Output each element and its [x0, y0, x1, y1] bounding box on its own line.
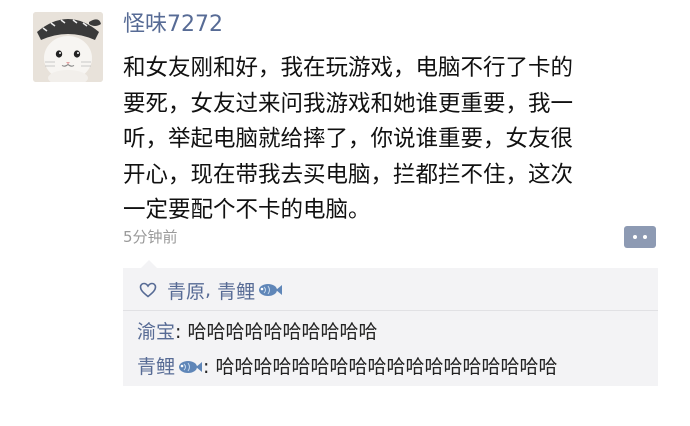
- comment-options-button[interactable]: [624, 226, 656, 248]
- like-name-separator: ,: [205, 279, 218, 301]
- cat-avatar-image: [33, 12, 103, 82]
- post-content-line: 开心，现在带我去买电脑，拦都拦不住，这次: [123, 161, 574, 188]
- comment-item[interactable]: 青鲤 : 哈哈哈哈哈哈哈哈哈哈哈哈哈哈哈哈哈哈: [137, 354, 557, 380]
- comment-author[interactable]: 渝宝: [137, 319, 175, 345]
- moments-post: 怪味7272 和女友刚和好，我在玩游戏，电脑不行了卡的 要死，女友过来问我游戏和…: [0, 0, 690, 426]
- comment-text: 哈哈哈哈哈哈哈哈哈哈: [187, 321, 378, 343]
- post-content: 和女友刚和好，我在玩游戏，电脑不行了卡的 要死，女友过来问我游戏和她谁更重要，我…: [123, 51, 658, 229]
- post-content-line: 要死，女友过来问我游戏和她谁更重要，我一: [123, 90, 574, 117]
- post-content-line: 一定要配个不卡的电脑。: [123, 197, 371, 223]
- fish-emoji-icon: [257, 281, 283, 299]
- likes-and-comments-panel: 青原 , 青鲤 渝宝 : 哈哈哈哈哈哈哈哈哈哈 青鲤: 哈哈哈哈哈哈哈哈哈哈哈…: [123, 260, 658, 386]
- like-user-name[interactable]: 青鲤: [217, 277, 255, 304]
- post-content-line: 和女友刚和好，我在玩游戏，电脑不行了卡的: [123, 55, 574, 81]
- comment-author-name: 青鲤: [137, 356, 176, 378]
- fish-emoji-icon: [177, 358, 203, 376]
- post-timestamp: 5分钟前: [123, 228, 178, 246]
- divider: [123, 310, 658, 311]
- comment-text: 哈哈哈哈哈哈哈哈哈哈哈哈哈哈哈哈哈哈: [215, 356, 558, 378]
- comment-separator: :: [203, 356, 216, 378]
- likes-row: 青原 , 青鲤: [139, 277, 283, 303]
- post-content-line: 听，举起电脑就给摔了，你说谁重要，女友很: [123, 126, 574, 152]
- dot-icon: [643, 235, 647, 239]
- avatar[interactable]: [33, 12, 103, 82]
- comment-separator: :: [175, 321, 188, 343]
- comment-item[interactable]: 渝宝 : 哈哈哈哈哈哈哈哈哈哈: [137, 319, 377, 345]
- like-user-name[interactable]: 青原: [167, 277, 205, 304]
- comment-author-name: 渝宝: [137, 321, 176, 343]
- dot-icon: [633, 235, 637, 239]
- heart-outline-icon: [139, 282, 157, 298]
- post-author-name[interactable]: 怪味7272: [123, 10, 223, 40]
- comment-author[interactable]: 青鲤: [137, 354, 203, 380]
